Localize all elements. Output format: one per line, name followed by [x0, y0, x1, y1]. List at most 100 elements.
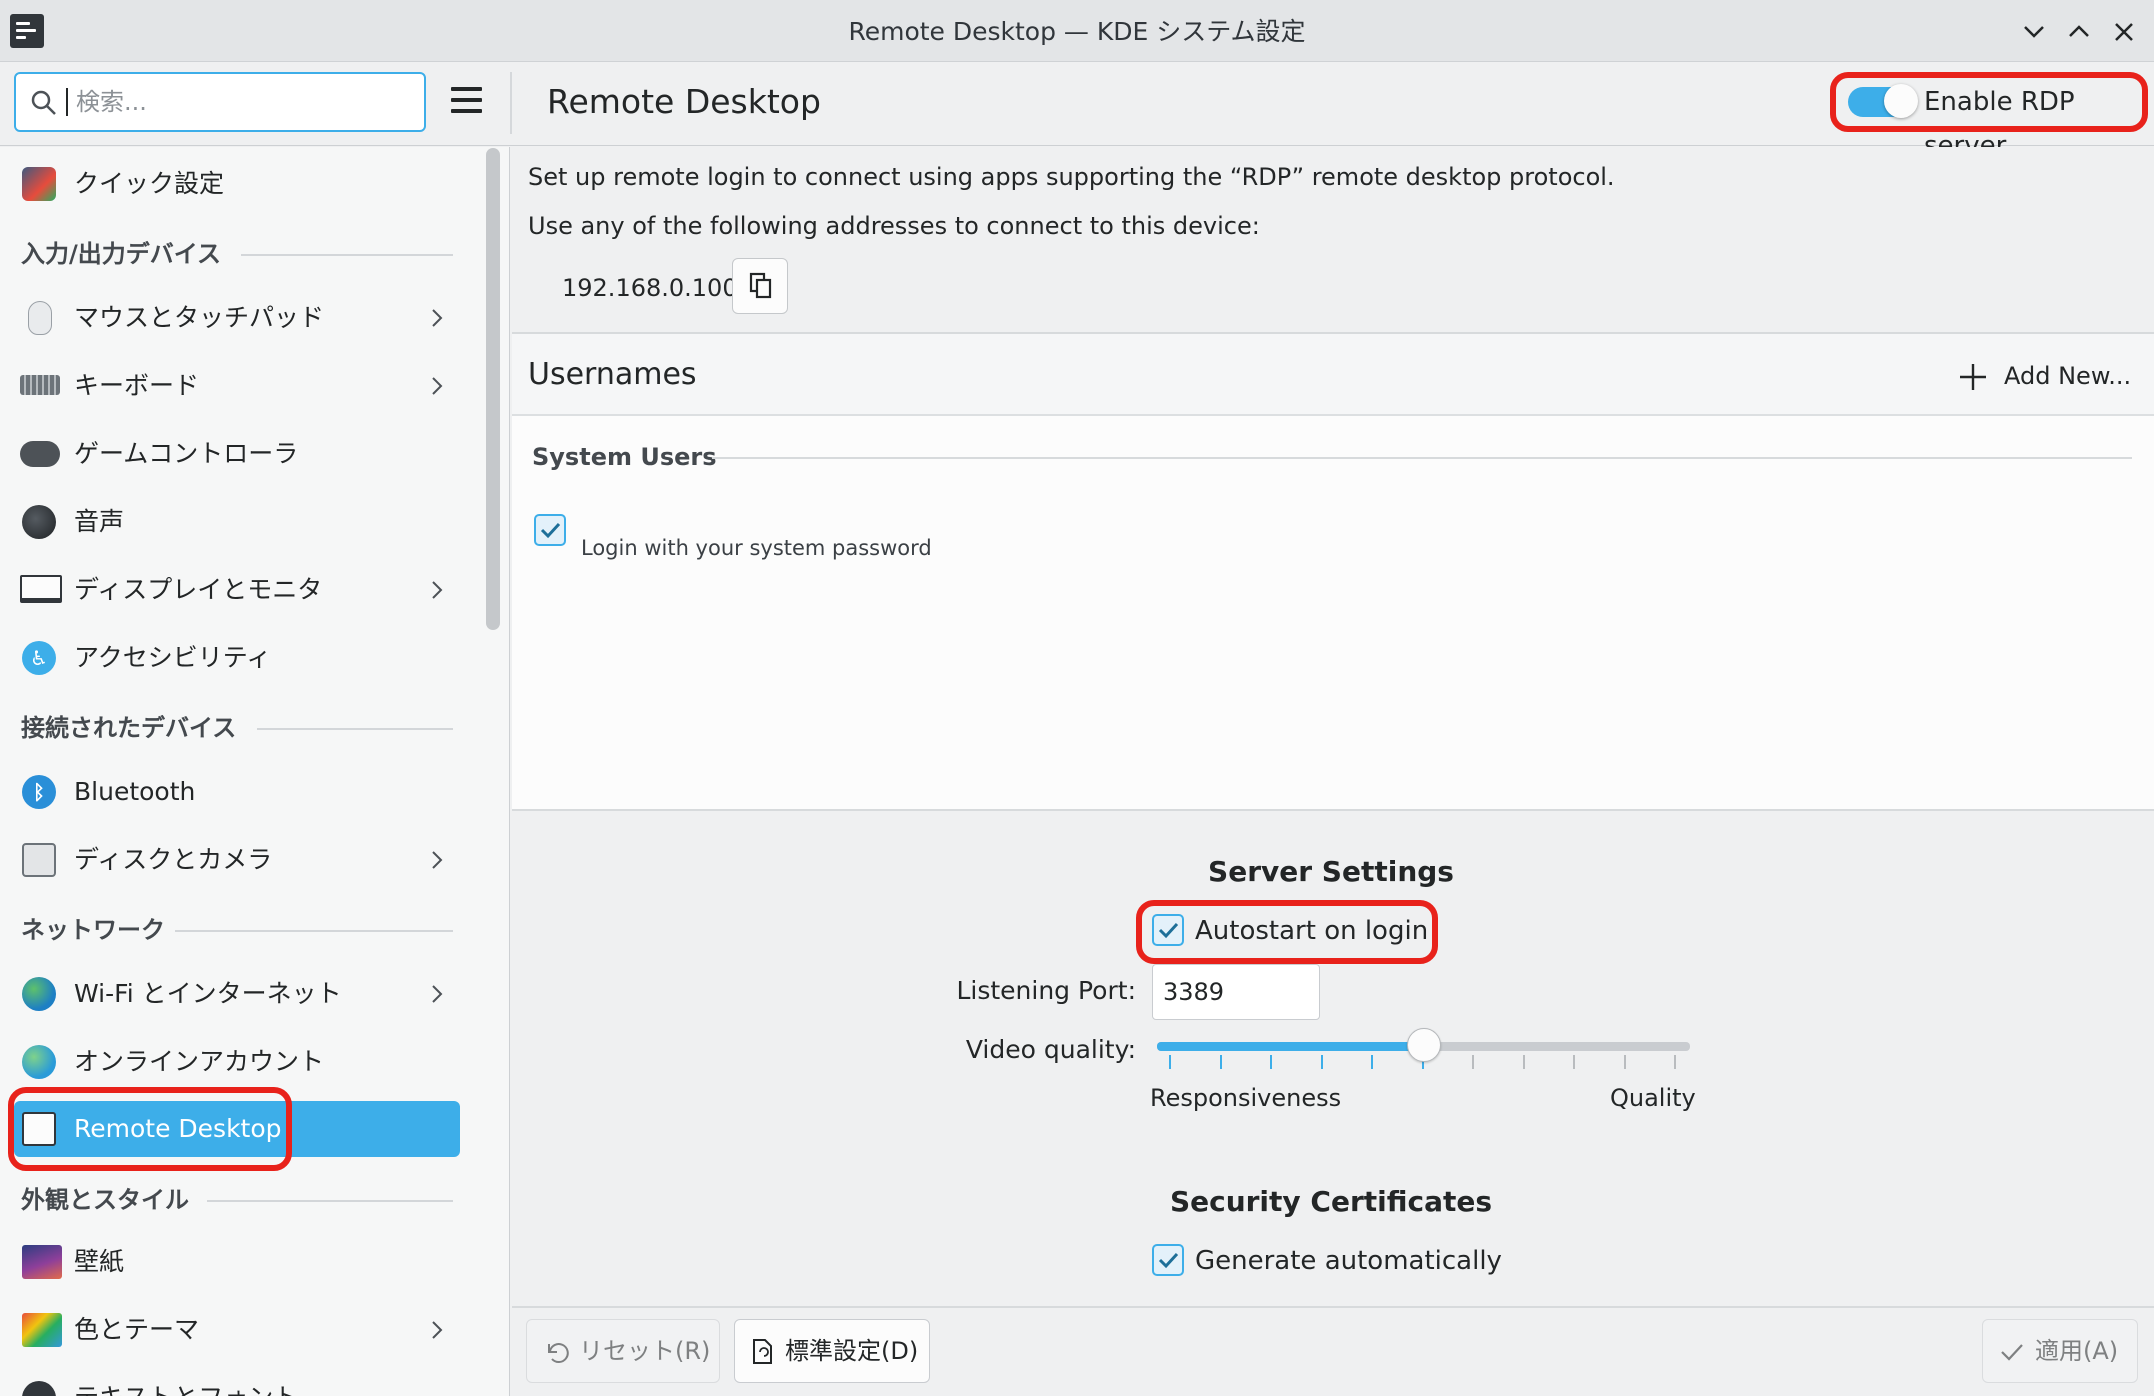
disk-icon	[22, 843, 56, 877]
wallpaper-icon	[22, 1245, 62, 1279]
sidebar-item-accessibility[interactable]: ♿ アクセシビリティ	[14, 628, 460, 688]
generate-automatically-label[interactable]: Generate automatically	[1195, 1242, 1502, 1280]
autostart-label[interactable]: Autostart on login	[1195, 912, 1428, 950]
slider-tick	[1270, 1055, 1272, 1069]
apply-label: 適用(A)	[2035, 1337, 2119, 1365]
listening-port-value: 3389	[1163, 978, 1225, 1006]
sidebar-scrollbar[interactable]	[486, 148, 500, 630]
text-caret	[66, 88, 68, 116]
sidebar-item-text-fonts[interactable]: テキストとフォント	[14, 1368, 460, 1396]
close-button[interactable]	[2106, 14, 2142, 50]
chevron-right-icon	[432, 581, 443, 599]
listening-port-field[interactable]: 3389	[1152, 964, 1320, 1020]
section-label: ネットワーク	[21, 916, 165, 944]
slider-tick	[1674, 1055, 1676, 1069]
search-input[interactable]	[76, 74, 406, 130]
usernames-header	[512, 334, 2154, 416]
defaults-button[interactable]: 標準設定(D)	[734, 1319, 930, 1383]
sidebar-item-label: テキストとフォント	[74, 1368, 298, 1396]
sidebar-item-online-accounts[interactable]: オンラインアカウント	[14, 1032, 460, 1092]
slider-tick	[1623, 1055, 1626, 1069]
hamburger-menu-button[interactable]	[448, 84, 486, 118]
checkmark-icon	[540, 522, 561, 539]
sidebar-item-wallpaper[interactable]: 壁紙	[14, 1232, 460, 1292]
usernames-title: Usernames	[528, 357, 697, 392]
page-title: Remote Desktop	[547, 82, 821, 121]
autostart-checkbox[interactable]	[1152, 914, 1184, 946]
keyboard-icon	[20, 375, 60, 395]
add-new-button[interactable]: Add New...	[1956, 355, 2136, 397]
sidebar-section-appearance: 外観とスタイル	[21, 1180, 453, 1220]
sidebar-item-label: キーボード	[74, 371, 200, 400]
login-password-label: Login with your system password	[581, 536, 932, 560]
color-palette-icon	[22, 1313, 62, 1347]
close-icon	[2115, 23, 2133, 41]
sidebar-item-label: ディスクとカメラ	[74, 845, 273, 874]
apply-button[interactable]: 適用(A)	[1982, 1319, 2138, 1383]
copy-icon	[749, 272, 772, 299]
sidebar-item-mouse[interactable]: マウスとタッチパッド	[14, 288, 460, 348]
enable-rdp-toggle[interactable]	[1848, 84, 1918, 118]
defaults-label: 標準設定(D)	[785, 1337, 919, 1365]
chevron-right-icon	[432, 377, 443, 395]
section-divider	[207, 1200, 453, 1202]
section-label: 入力/出力デバイス	[21, 240, 222, 268]
slider-tick	[1320, 1055, 1323, 1069]
minimize-button[interactable]	[2016, 14, 2052, 50]
generate-automatically-checkbox[interactable]	[1152, 1244, 1184, 1276]
chevron-right-icon	[432, 1321, 443, 1339]
plus-icon	[1960, 364, 1986, 390]
speaker-icon	[22, 505, 56, 539]
window-title: Remote Desktop — KDE システム設定	[848, 17, 1306, 46]
section-divider	[257, 728, 453, 730]
header-divider	[510, 72, 512, 134]
chevron-right-icon	[432, 309, 443, 327]
sidebar-section-network: ネットワーク	[21, 910, 453, 950]
quality-label: Quality	[1610, 1084, 1696, 1112]
slider-tick	[1371, 1055, 1373, 1069]
slider-tick	[1573, 1055, 1575, 1069]
fonts-icon	[22, 1381, 56, 1396]
sidebar-item-label: Bluetooth	[74, 777, 196, 806]
chevron-down-icon	[2024, 26, 2044, 38]
sidebar-item-sound[interactable]: 音声	[14, 492, 460, 552]
slider-tick	[1522, 1055, 1525, 1069]
toggle-knob	[1884, 84, 1918, 118]
video-quality-slider-handle[interactable]	[1406, 1028, 1441, 1062]
sidebar-item-colors[interactable]: 色とテーマ	[14, 1300, 460, 1360]
section-divider	[241, 254, 453, 256]
sidebar-item-label: 音声	[74, 507, 125, 536]
maximize-button[interactable]	[2061, 14, 2097, 50]
sidebar-item-keyboard[interactable]: キーボード	[14, 356, 460, 416]
responsiveness-label: Responsiveness	[1150, 1084, 1342, 1112]
section-label: 外観とスタイル	[21, 1186, 189, 1214]
mouse-icon	[28, 301, 52, 335]
copy-address-button[interactable]	[732, 258, 788, 314]
login-password-checkbox[interactable]	[534, 514, 566, 546]
document-icon	[753, 1339, 772, 1364]
search-box[interactable]	[14, 72, 426, 132]
footer-divider	[512, 1306, 2154, 1308]
chevron-right-icon	[432, 851, 443, 869]
checkmark-icon	[1158, 1252, 1179, 1269]
system-users-heading: System Users	[532, 443, 717, 471]
sidebar-item-wifi[interactable]: Wi-Fi とインターネット	[14, 964, 460, 1024]
sidebar-item-bluetooth[interactable]: ᛒ Bluetooth	[14, 762, 460, 822]
sidebar-item-disks[interactable]: ディスクとカメラ	[14, 830, 460, 890]
ip-address: 192.168.0.100	[562, 274, 738, 302]
sidebar-item-label: ディスプレイとモニタ	[74, 575, 323, 604]
sidebar-item-quick-settings[interactable]: クイック設定	[14, 154, 460, 214]
sidebar-item-label: Wi-Fi とインターネット	[74, 979, 342, 1008]
undo-icon	[548, 1343, 569, 1364]
slider-tick	[1219, 1055, 1222, 1069]
globe-icon	[22, 977, 56, 1011]
sidebar-item-label: アクセシビリティ	[74, 643, 272, 672]
reset-button[interactable]: リセット(R)	[526, 1319, 720, 1383]
security-certificates-title: Security Certificates	[1169, 1185, 1493, 1218]
sidebar-item-label: オンラインアカウント	[74, 1047, 325, 1076]
slider-tick	[1472, 1055, 1474, 1069]
sidebar-item-label: マウスとタッチパッド	[74, 303, 325, 332]
search-icon	[31, 90, 56, 115]
sidebar-item-game-controller[interactable]: ゲームコントローラ	[14, 424, 460, 484]
sidebar-item-display[interactable]: ディスプレイとモニタ	[14, 560, 460, 620]
